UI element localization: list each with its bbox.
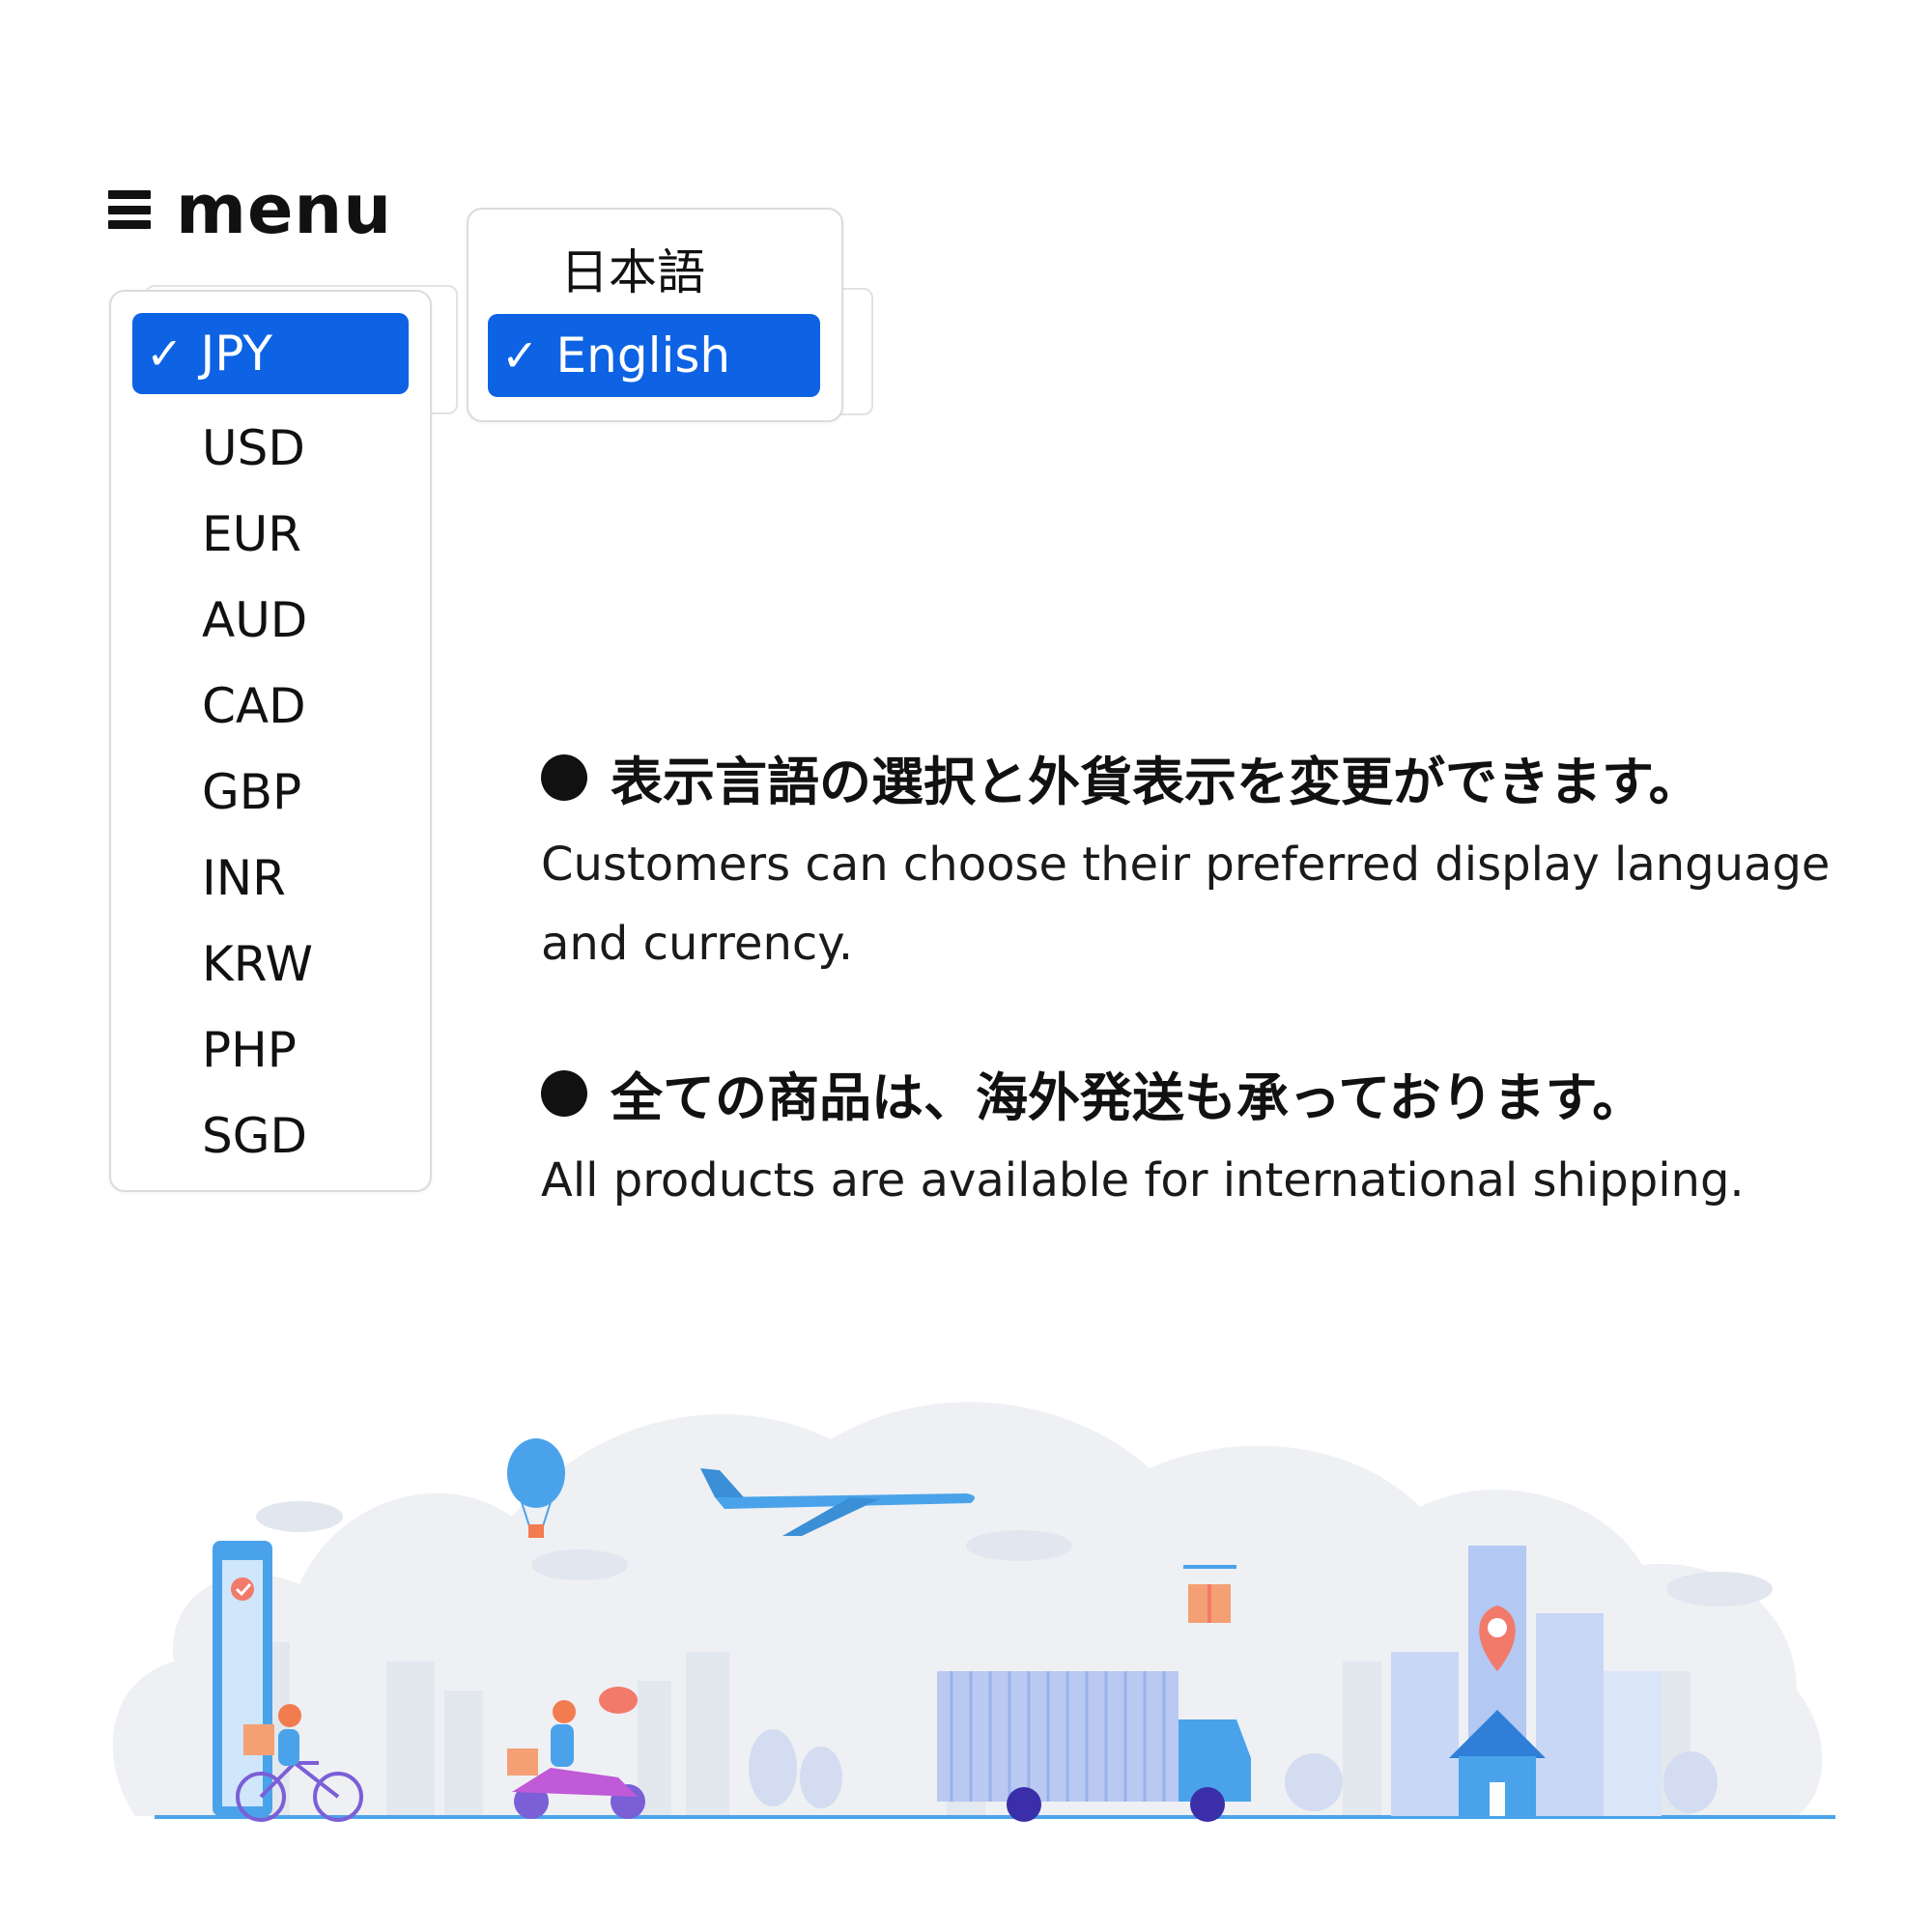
delivery-illustration [112,1402,1835,1822]
currency-dropdown: ✓ JPY USD EUR AUD CAD GBP INR KRW PHP SG… [109,290,432,1192]
currency-option-eur[interactable]: EUR [202,510,301,558]
feature-language-currency: 表示言語の選択と外貨表示を変更ができます。 Customers can choo… [541,739,1874,983]
currency-option-aud[interactable]: AUD [202,596,307,644]
feature-text: All products are available for internati… [541,1153,1745,1208]
menu-button[interactable]: menu [108,166,392,253]
language-option-japanese[interactable]: 日本語 [560,248,705,297]
currency-option-krw[interactable]: KRW [202,940,313,988]
language-option-english[interactable]: ✓ English [488,314,820,397]
check-icon: ✓ [146,327,184,380]
bullet-icon [541,753,587,801]
currency-option-php[interactable]: PHP [202,1026,297,1074]
check-icon: ✓ [501,329,539,382]
feature-shipping: 全ての商品は、海外発送も承っております。 All products are av… [541,1055,1874,1220]
menu-label: menu [176,170,393,249]
currency-option-usd[interactable]: USD [202,424,305,472]
feature-text: Customers can choose their preferred dis… [541,838,1831,971]
currency-option-sgd[interactable]: SGD [202,1112,307,1160]
currency-option-gbp[interactable]: GBP [202,768,301,816]
currency-option-inr[interactable]: INR [202,854,286,902]
bullet-icon [541,1069,587,1117]
language-dropdown: 日本語 ✓ English [467,208,843,422]
feature-heading: 表示言語の選択と外貨表示を変更ができます。 [611,752,1701,812]
feature-heading: 全ての商品は、海外発送も承っております。 [611,1067,1645,1128]
hamburger-icon [108,190,151,229]
currency-option-jpy[interactable]: ✓ JPY [132,313,409,394]
currency-option-cad[interactable]: CAD [202,682,306,730]
